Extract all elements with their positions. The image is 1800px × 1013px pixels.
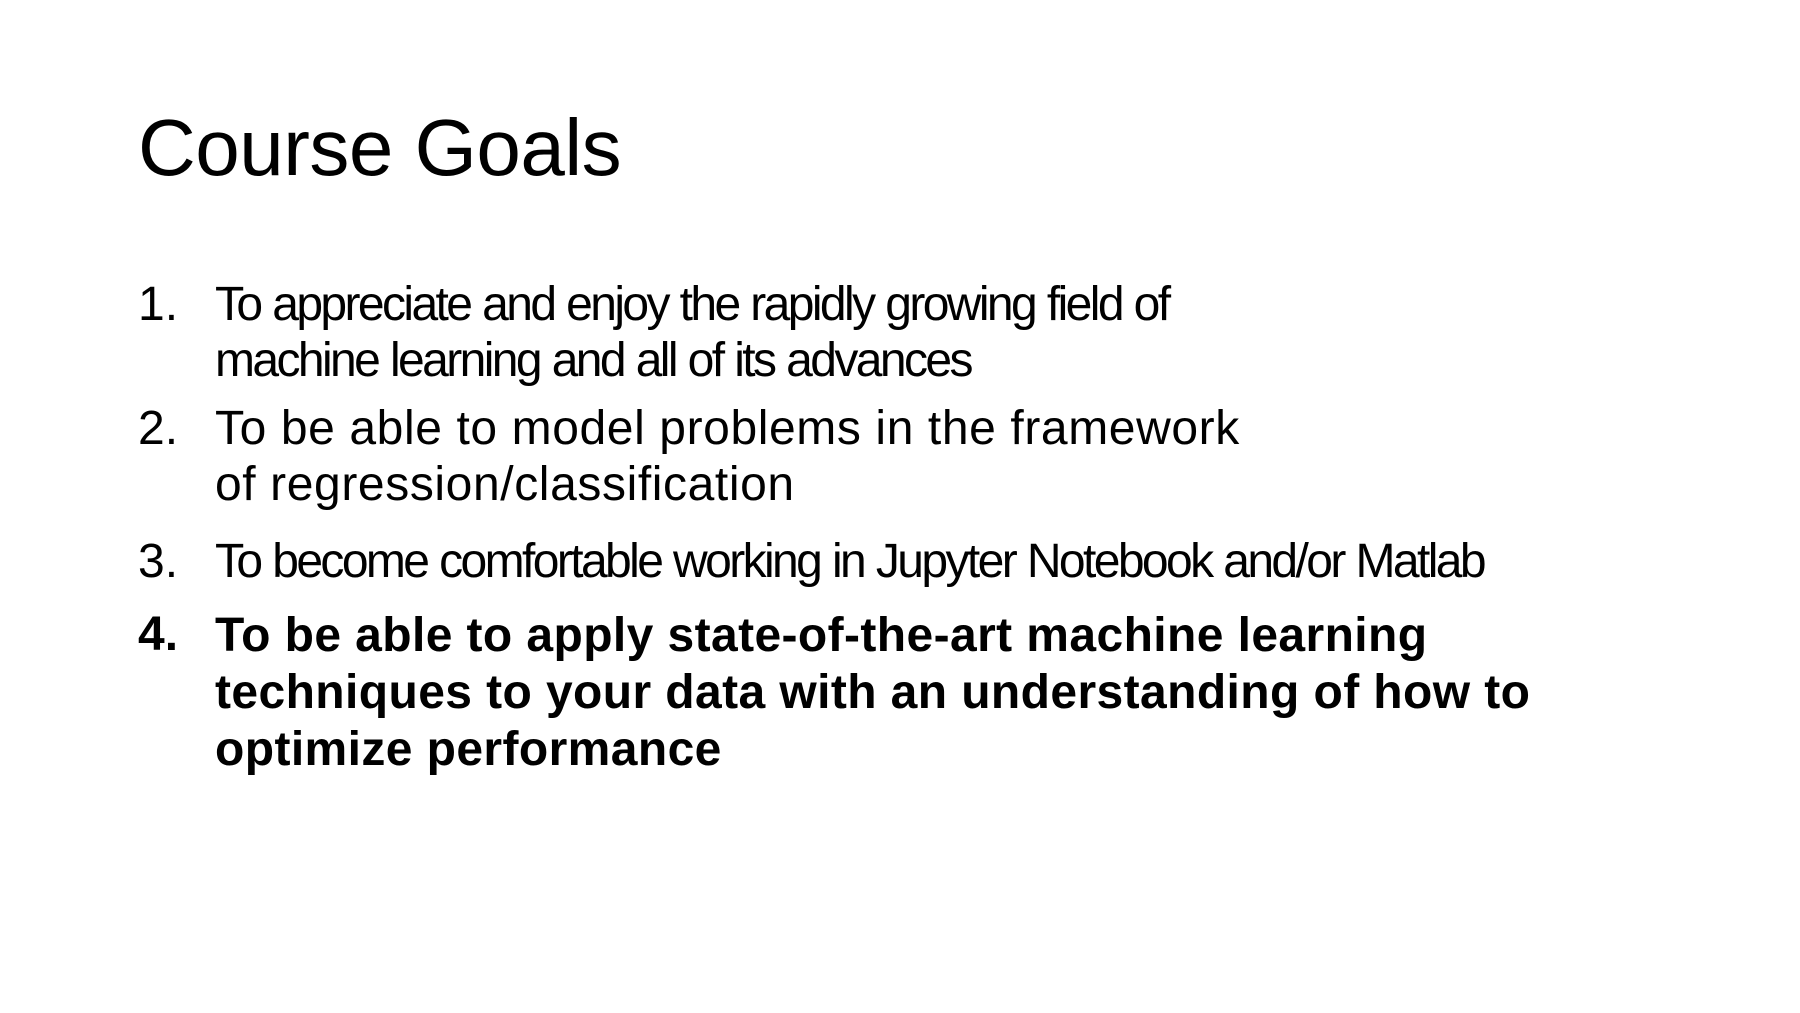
goal-number: 4. [138,608,179,661]
goal-number: 3. [138,535,179,588]
goal-text: To appreciate and enjoy the rapidly grow… [215,278,1171,387]
goal-number: 1. [138,278,179,331]
goal-text: To become comfortable working in Jupyter… [215,535,1487,588]
goal-number: 2. [138,402,179,455]
slide: Course Goals 1. To appreciate and enjoy … [0,0,1800,1013]
goal-text: To be able to apply state-of-the-art mac… [215,609,1531,776]
slide-title: Course Goals [138,103,622,192]
goal-text: To be able to model problems in the fram… [215,402,1240,511]
